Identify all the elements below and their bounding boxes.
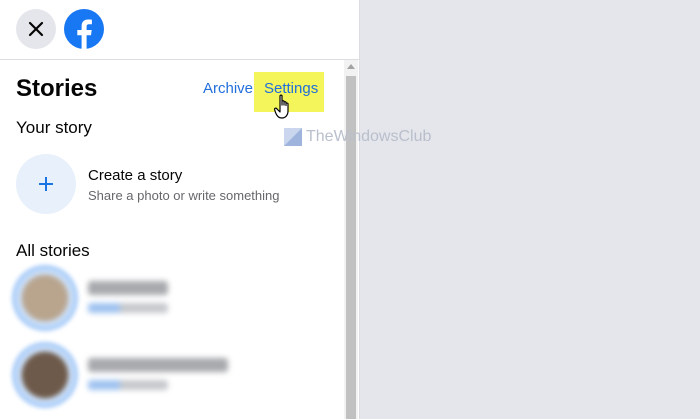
create-story-subtitle: Share a photo or write something bbox=[88, 188, 280, 203]
stories-heading: Stories bbox=[16, 75, 98, 102]
close-button[interactable] bbox=[16, 9, 56, 49]
scroll-up-arrow-icon[interactable] bbox=[347, 64, 355, 69]
archive-link[interactable]: Archive bbox=[203, 80, 253, 97]
story-meta-blurred bbox=[88, 380, 168, 390]
create-story-button[interactable]: Create a story Share a photo or write so… bbox=[16, 154, 336, 214]
stories-panel: Stories Archive · Settings Your story Cr… bbox=[0, 0, 360, 419]
story-item[interactable] bbox=[12, 265, 332, 331]
panel-header bbox=[0, 0, 359, 60]
your-story-heading: Your story bbox=[16, 118, 92, 137]
story-avatar bbox=[12, 265, 78, 331]
stories-content: Stories Archive · Settings Your story Cr… bbox=[0, 60, 344, 419]
facebook-logo-icon[interactable] bbox=[64, 9, 104, 49]
watermark-text: TheWindowsClub bbox=[306, 128, 432, 145]
watermark: TheWindowsClub bbox=[284, 128, 431, 146]
close-icon bbox=[28, 21, 44, 37]
hand-cursor-icon bbox=[274, 94, 289, 119]
plus-icon bbox=[39, 177, 53, 191]
story-meta-blurred bbox=[88, 303, 168, 313]
panel-scrollbar[interactable] bbox=[344, 60, 358, 419]
plus-icon-circle bbox=[16, 154, 76, 214]
create-story-title: Create a story bbox=[88, 167, 183, 184]
story-avatar bbox=[12, 342, 78, 408]
windows-club-logo-icon bbox=[284, 128, 302, 146]
all-stories-heading: All stories bbox=[16, 241, 90, 260]
story-name-blurred bbox=[88, 281, 168, 295]
story-name-blurred bbox=[88, 358, 228, 372]
story-item[interactable] bbox=[12, 342, 332, 408]
